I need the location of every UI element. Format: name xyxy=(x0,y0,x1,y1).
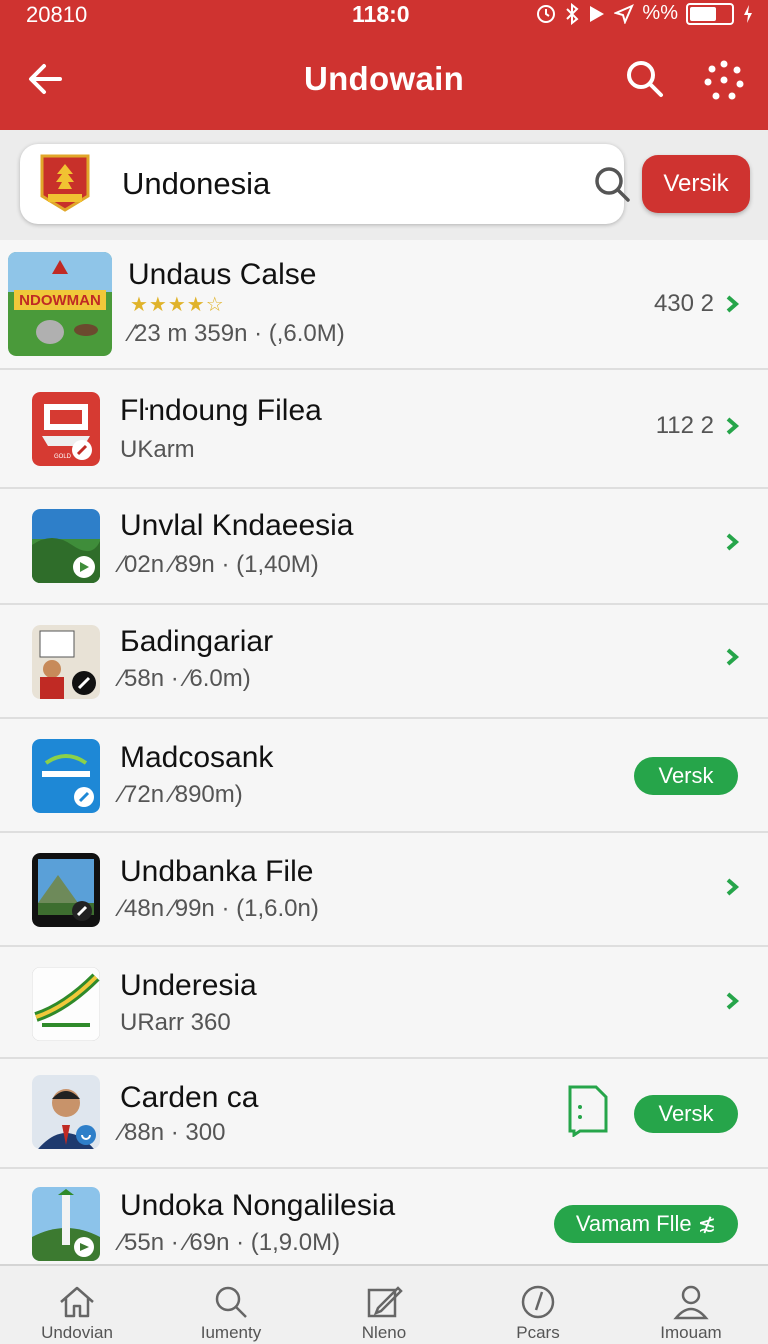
status-left-text: 20810 xyxy=(26,2,88,27)
item-meta: ⁄58n · ⁄6.0m) xyxy=(120,665,251,692)
location-arrow-icon xyxy=(614,3,635,24)
app-thumbnail-icon: NDOWMAN xyxy=(8,252,112,356)
search-area: Undonesia Versik xyxy=(0,130,768,240)
item-meta: ⁄88n · 300 xyxy=(120,1119,226,1146)
versik-button[interactable]: Versik xyxy=(642,155,750,213)
item-meta: ⁄23 m 359n · (,6.0M) xyxy=(130,320,345,347)
list-item[interactable]: GOLD Fŀndoung Filea UKarm 112 2 xyxy=(0,370,768,489)
results-list: NDOWMAN Undaus Calse ★★★★☆ ⁄23 m 359n · … xyxy=(0,240,768,1265)
chevron-right-icon xyxy=(726,878,740,896)
user-icon xyxy=(673,1285,709,1320)
document-icon[interactable] xyxy=(566,1085,610,1137)
search-query: Undonesia xyxy=(122,166,271,201)
home-icon xyxy=(60,1286,94,1318)
item-title: Undbanka File xyxy=(120,855,314,888)
item-title: Undoka Nongalilesia xyxy=(120,1189,396,1222)
charging-icon xyxy=(744,4,752,23)
dots-circle-icon[interactable] xyxy=(704,60,744,100)
bottom-nav: Undovian Iumenty Nleno Pcars Imouam xyxy=(0,1264,768,1344)
app-thumbnail-icon xyxy=(32,853,100,927)
item-title: Fŀndoung Filea xyxy=(120,394,322,427)
item-count: 430 2 xyxy=(653,290,714,317)
item-title: Madcosank xyxy=(120,741,274,774)
list-item[interactable]: Undbanka File ⁄48n ⁄99n · (1,6.0n) xyxy=(0,833,768,947)
app-thumbnail-icon: GOLD xyxy=(32,392,100,466)
battery-percent-text: %% xyxy=(642,2,678,24)
list-item[interactable]: Бadingariar ⁄58n · ⁄6.0m) xyxy=(0,605,768,719)
nav-label: Imouam xyxy=(660,1323,722,1342)
item-title: Бadingariar xyxy=(120,625,274,658)
versk-button[interactable]: Versk xyxy=(634,757,738,795)
item-title: Underesia xyxy=(120,969,257,1002)
item-title: Unvlal Kndaeesia xyxy=(120,509,354,542)
app-bar: Undowain xyxy=(0,30,768,130)
item-title: Carden ca xyxy=(120,1081,259,1114)
chevron-right-icon xyxy=(726,533,740,551)
rating-stars: ★★★★☆ xyxy=(130,294,225,316)
item-count: 112 2 xyxy=(655,412,714,439)
status-time: 118:0 xyxy=(352,1,410,27)
nav-label: Pcars xyxy=(516,1323,560,1342)
app-thumbnail-icon xyxy=(32,739,100,813)
item-meta: ⁄48n ⁄99n · (1,6.0n) xyxy=(120,895,319,922)
compass-icon xyxy=(521,1285,555,1319)
svg-text:NDOWMAN: NDOWMAN xyxy=(19,292,101,309)
nav-label: Iumenty xyxy=(200,1323,262,1342)
status-bar: 20810 118:0 %% xyxy=(0,0,768,30)
play-icon xyxy=(590,5,605,22)
list-item[interactable]: Madcosank ⁄72n ⁄890m) Versk xyxy=(0,719,768,833)
versk-button[interactable]: Versk xyxy=(634,1095,738,1133)
app-thumbnail-icon xyxy=(32,967,100,1041)
svg-text:GOLD: GOLD xyxy=(54,454,72,460)
chevron-right-icon xyxy=(726,992,740,1010)
list-item[interactable]: Underesia URarr 360 xyxy=(0,947,768,1059)
list-item[interactable]: Unvlal Kndaeesia ⁄02n ⁄89n · (1,40M) xyxy=(0,489,768,605)
list-item[interactable]: Undoka Nongalilesia ⁄55n · ⁄69n · (1,9.0… xyxy=(0,1169,768,1265)
app-thumbnail-icon xyxy=(32,625,100,699)
emblem-icon xyxy=(40,154,90,212)
search-icon[interactable] xyxy=(592,164,632,204)
item-meta: ⁄72n ⁄890m) xyxy=(120,781,243,808)
list-item[interactable]: Carden ca ⁄88n · 300 Versk xyxy=(0,1059,768,1169)
nav-item-search[interactable]: Iumenty xyxy=(154,1266,308,1344)
nav-item-edit[interactable]: Nleno xyxy=(307,1266,461,1344)
chevron-right-icon xyxy=(726,648,740,666)
status-icons: %% xyxy=(536,2,754,25)
nav-label: Undovian xyxy=(41,1323,113,1342)
alarm-icon xyxy=(537,4,556,23)
app-thumbnail-icon xyxy=(32,509,100,583)
item-title: Undaus Calse xyxy=(128,258,317,291)
item-meta: URarr 360 xyxy=(120,1009,231,1036)
edit-icon xyxy=(367,1286,403,1318)
chevron-right-icon xyxy=(726,417,740,435)
download-file-button[interactable]: Vamam Flle ≴ xyxy=(554,1205,738,1243)
item-meta: ⁄02n ⁄89n · (1,40M) xyxy=(120,551,319,578)
nav-label: Nleno xyxy=(361,1323,407,1342)
chevron-right-icon xyxy=(726,295,740,313)
bluetooth-icon xyxy=(566,2,579,25)
battery-icon xyxy=(686,2,734,25)
nav-item-home[interactable]: Undovian xyxy=(0,1266,154,1344)
app-thumbnail-icon xyxy=(32,1075,100,1149)
search-icon xyxy=(215,1286,247,1318)
item-meta: UKarm xyxy=(120,436,195,463)
item-meta: ⁄55n · ⁄69n · (1,9.0M) xyxy=(120,1229,341,1256)
nav-item-places[interactable]: Pcars xyxy=(461,1266,615,1344)
search-input[interactable]: Undonesia xyxy=(20,144,630,224)
list-item[interactable]: NDOWMAN Undaus Calse ★★★★☆ ⁄23 m 359n · … xyxy=(0,240,768,370)
search-icon[interactable] xyxy=(624,58,666,100)
app-thumbnail-icon xyxy=(32,1187,100,1261)
nav-item-profile[interactable]: Imouam xyxy=(614,1266,768,1344)
